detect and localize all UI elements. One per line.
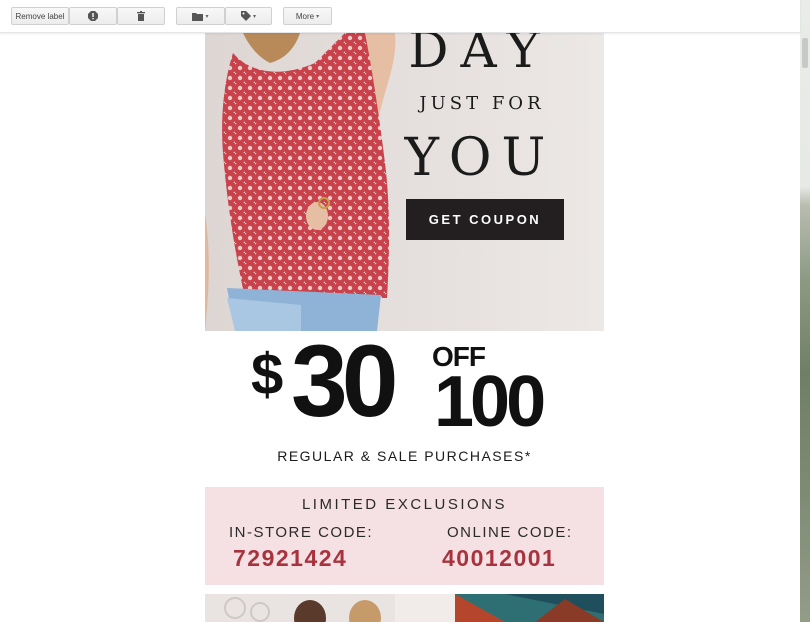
move-to-folder-icon — [192, 12, 204, 21]
offer-threshold: 100 — [434, 362, 546, 442]
more-button[interactable]: More ▾ — [283, 7, 332, 25]
labels-button[interactable]: ▾ — [225, 7, 272, 25]
offer-dollar-sign: $ — [251, 342, 283, 407]
offer-section: $ 30 OFF 100 REGULAR & SALE PURCHASES* — [205, 324, 604, 487]
instore-code-label: IN-STORE CODE: — [229, 524, 374, 541]
move-to-button[interactable]: ▾ — [176, 7, 225, 25]
exclusions-heading: LIMITED EXCLUSIONS — [301, 496, 508, 513]
hero-banner[interactable]: DAY JUST FOR YOU GET COUPON — [205, 33, 604, 331]
bottom-promo-photos[interactable] — [205, 594, 604, 622]
offer-amount: 30 — [291, 324, 398, 438]
online-code-label: ONLINE CODE: — [447, 524, 573, 541]
hero-headline-just-for: JUST FOR — [419, 93, 545, 114]
hero-headline-day: DAY — [408, 33, 552, 79]
hero-headline-you: YOU — [404, 128, 556, 188]
remove-label-text: Remove label — [15, 11, 65, 21]
remove-label-button[interactable]: Remove label — [11, 7, 69, 25]
report-spam-button[interactable] — [69, 7, 117, 25]
chevron-down-icon: ▾ — [205, 13, 209, 20]
online-code-value: 40012001 — [442, 545, 557, 571]
chevron-down-icon: ▾ — [316, 13, 320, 20]
promo-codes-section: LIMITED EXCLUSIONS IN-STORE CODE: 729214… — [205, 487, 604, 585]
instore-code-value: 72921424 — [233, 545, 348, 571]
delete-icon — [137, 11, 145, 21]
scrollbar-track[interactable] — [800, 0, 810, 622]
get-coupon-button[interactable]: GET COUPON — [406, 199, 564, 240]
email-toolbar: Remove label ▾ ▾ More ▾ — [0, 0, 800, 33]
email-body: DAY JUST FOR YOU GET COUPON $ 30 OFF 100… — [205, 33, 604, 622]
chevron-down-icon: ▾ — [252, 13, 256, 20]
scrollbar-thumb[interactable] — [802, 38, 808, 68]
delete-button[interactable] — [117, 7, 165, 25]
label-tag-icon — [240, 11, 251, 21]
more-label: More — [295, 11, 315, 21]
report-spam-icon — [88, 11, 98, 21]
offer-subtitle: REGULAR & SALE PURCHASES* — [277, 448, 532, 464]
